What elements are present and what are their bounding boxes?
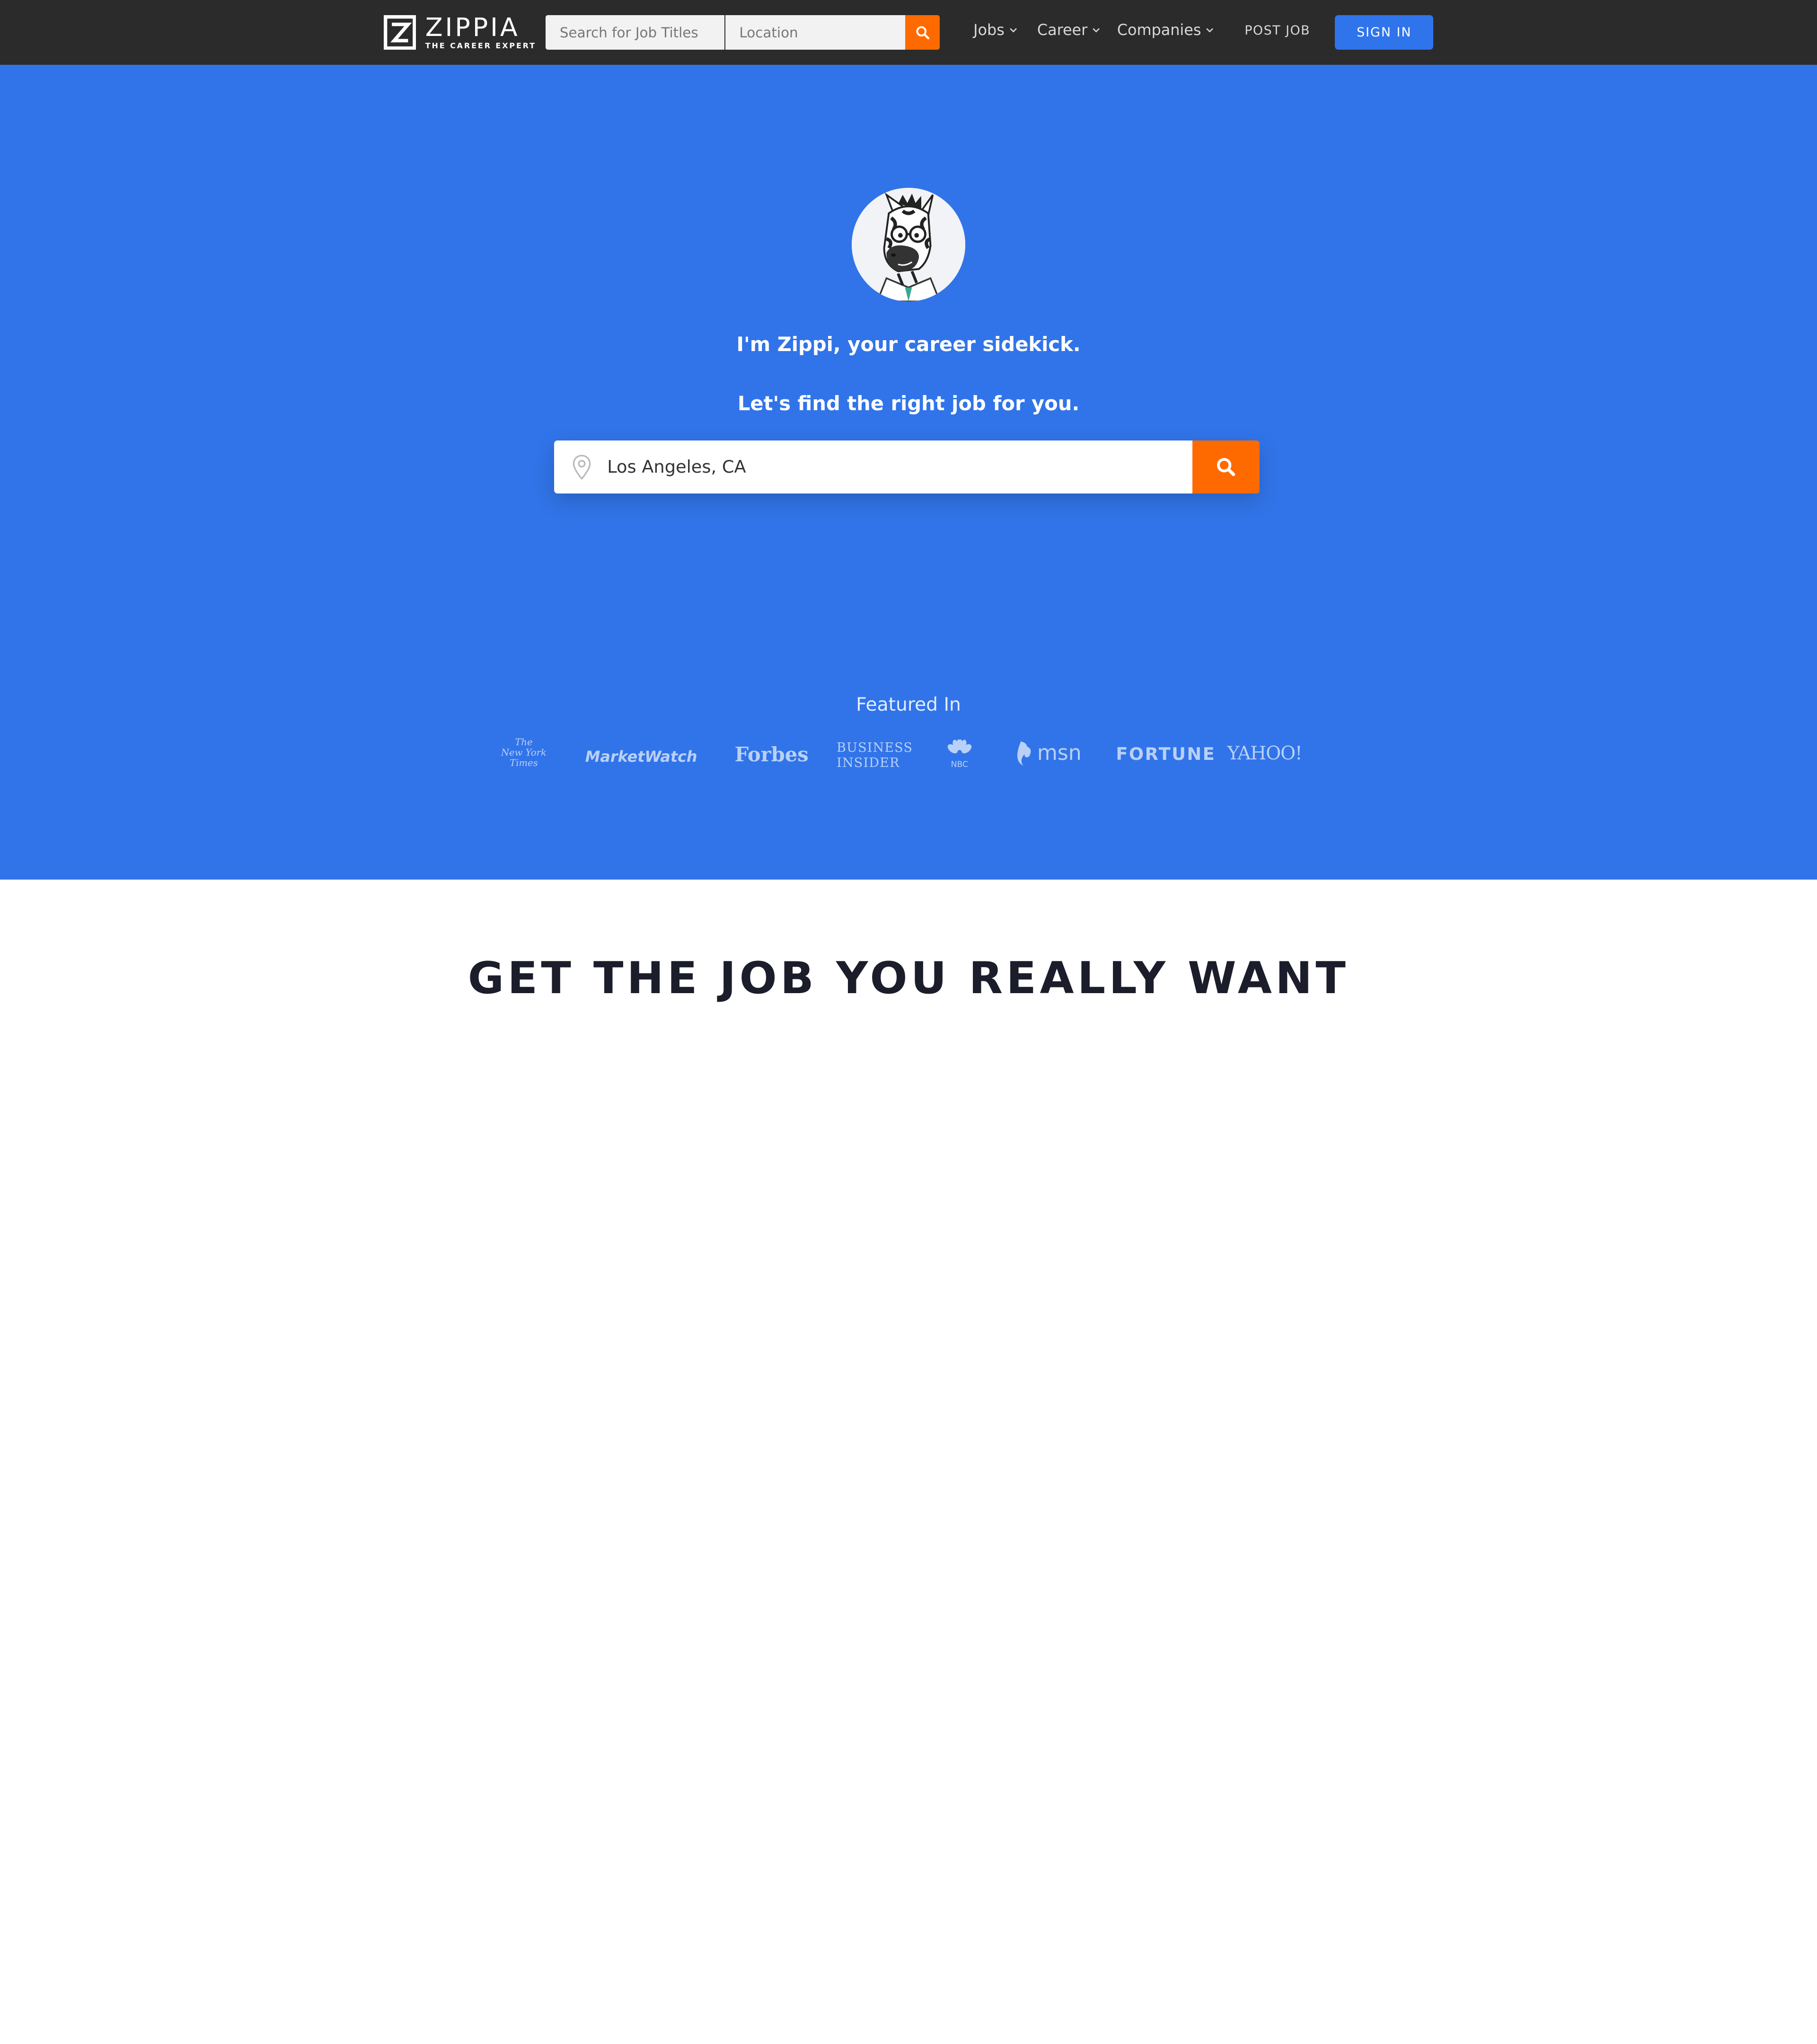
menu-career[interactable]: Career [1037,21,1100,39]
chevron-down-icon [1206,27,1214,33]
nyt-logo-line-3: Times [510,757,538,768]
press-logos: The New York Times MarketWatch Forbes BU… [0,737,1817,779]
chevron-down-icon [1093,27,1100,33]
marketwatch-logo[interactable]: MarketWatch [585,748,697,766]
menu-companies-label: Companies [1117,21,1201,39]
zippia-logo[interactable]: ZIPPIA THE CAREER EXPERT [383,12,537,51]
zippi-zebra-avatar [852,187,965,301]
location-pin-icon [573,454,591,480]
fortune-logo[interactable]: FORTUNE [1116,744,1216,764]
hero-prompt-text: Let's find the right job for you. [737,391,1080,415]
menu-companies[interactable]: Companies [1117,21,1214,39]
business-insider-line-1: BUSINESS [837,740,913,755]
sign-in-button[interactable]: SIGN IN [1335,15,1434,50]
menu-career-label: Career [1037,21,1088,39]
search-icon [916,26,929,40]
nbc-peacock-icon [947,738,971,754]
hero-search-button[interactable] [1192,440,1260,494]
hero-intro-text: I'm Zippi, your career sidekick. [736,332,1081,356]
post-job-link[interactable]: POST JOB [1244,23,1310,38]
logo-name: ZIPPIA [425,12,520,42]
business-insider-logo[interactable]: BUSINESS INSIDER [837,740,913,771]
logo-tagline: THE CAREER EXPERT [425,41,537,50]
section-title: GET THE JOB YOU REALLY WANT [467,952,1350,1004]
zebra-mascot-icon [852,187,965,301]
nyt-logo[interactable]: The New York Times [501,737,547,768]
zippia-logo-mark-icon [383,15,416,50]
hero-section: I'm Zippi, your career sidekick. Let's f… [0,65,1817,880]
search-icon [1217,458,1235,476]
logo-text: ZIPPIA THE CAREER EXPERT [425,12,537,51]
yahoo-logo[interactable]: YAHOO! [1227,743,1302,764]
nav-location-input[interactable] [725,15,905,50]
nbc-logo[interactable]: NBC [947,738,972,770]
chevron-down-icon [1009,27,1017,33]
hero-location-search [554,440,1260,494]
menu-jobs-label: Jobs [973,21,1005,39]
featured-in-heading: Featured In [856,694,961,715]
hero-location-input[interactable] [607,440,1193,494]
business-insider-line-2: INSIDER [837,755,900,770]
nyt-logo-line-1: The [515,736,533,748]
msn-logo-text: msn [1037,741,1082,766]
page: ZIPPIA THE CAREER EXPERT Jobs Career Com… [0,0,1817,1022]
nav-search-button[interactable] [905,15,940,50]
menu-jobs[interactable]: Jobs [973,21,1017,39]
forbes-logo[interactable]: Forbes [735,743,809,766]
top-navbar: ZIPPIA THE CAREER EXPERT Jobs Career Com… [0,0,1817,65]
hero-location-field [554,440,1193,494]
msn-logo[interactable]: msn [1014,739,1082,767]
job-title-search-input[interactable] [546,15,724,50]
nyt-logo-line-2: New York [501,747,547,758]
nav-search-bar [546,15,940,50]
nbc-logo-text: NBC [951,760,968,770]
msn-butterfly-icon [1017,741,1031,766]
